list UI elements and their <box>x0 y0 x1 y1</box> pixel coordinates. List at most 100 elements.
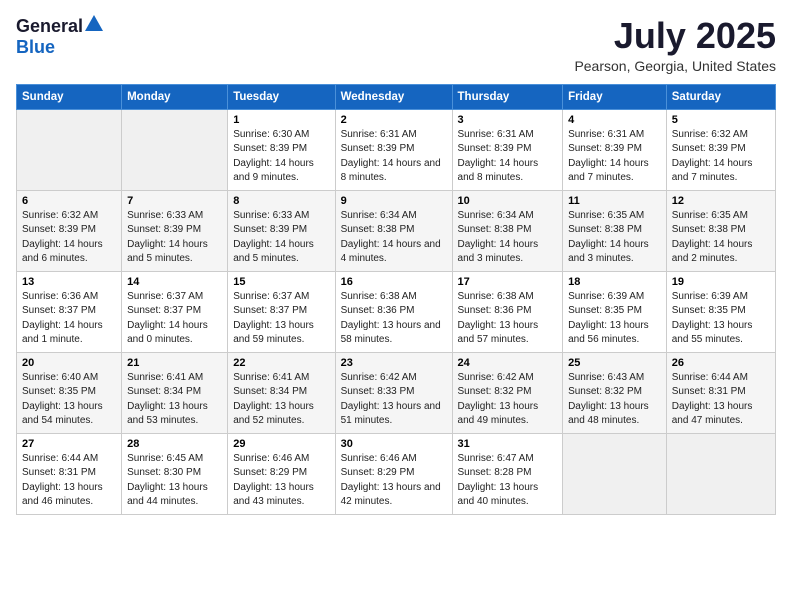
day-info: Sunrise: 6:39 AM Sunset: 8:35 PM Dayligh… <box>568 290 661 348</box>
weekday-header-tuesday: Tuesday <box>228 84 335 109</box>
calendar-cell: 2Sunrise: 6:31 AM Sunset: 8:39 PM Daylig… <box>335 109 452 190</box>
day-number: 10 <box>458 195 558 207</box>
day-info: Sunrise: 6:44 AM Sunset: 8:31 PM Dayligh… <box>672 371 770 429</box>
day-info: Sunrise: 6:37 AM Sunset: 8:37 PM Dayligh… <box>233 290 329 348</box>
day-info: Sunrise: 6:31 AM Sunset: 8:39 PM Dayligh… <box>568 128 661 186</box>
day-info: Sunrise: 6:34 AM Sunset: 8:38 PM Dayligh… <box>458 209 558 267</box>
day-info: Sunrise: 6:36 AM Sunset: 8:37 PM Dayligh… <box>22 290 116 348</box>
calendar-cell: 14Sunrise: 6:37 AM Sunset: 8:37 PM Dayli… <box>122 271 228 352</box>
day-number: 1 <box>233 114 329 126</box>
weekday-header-sunday: Sunday <box>17 84 122 109</box>
day-info: Sunrise: 6:35 AM Sunset: 8:38 PM Dayligh… <box>672 209 770 267</box>
day-info: Sunrise: 6:34 AM Sunset: 8:38 PM Dayligh… <box>341 209 447 267</box>
weekday-header-monday: Monday <box>122 84 228 109</box>
calendar-cell: 28Sunrise: 6:45 AM Sunset: 8:30 PM Dayli… <box>122 433 228 514</box>
day-number: 7 <box>127 195 222 207</box>
calendar-cell <box>17 109 122 190</box>
day-info: Sunrise: 6:33 AM Sunset: 8:39 PM Dayligh… <box>127 209 222 267</box>
calendar-cell: 31 Sunrise: 6:47 AM Sunset: 8:28 PM Dayli… <box>452 433 563 514</box>
calendar-cell: 16 Sunrise: 6:38 AM Sunset: 8:36 PM Dayli… <box>335 271 452 352</box>
weekday-header-thursday: Thursday <box>452 84 563 109</box>
calendar-cell: 8 Sunrise: 6:33 AM Sunset: 8:39 PM Daylig… <box>228 190 335 271</box>
calendar-cell: 1 Sunrise: 6:30 AM Sunset: 8:39 PM Daylig… <box>228 109 335 190</box>
calendar-cell: 25Sunrise: 6:43 AM Sunset: 8:32 PM Dayli… <box>563 352 667 433</box>
calendar-cell: 21Sunrise: 6:41 AM Sunset: 8:34 PM Dayli… <box>122 352 228 433</box>
day-info: Sunrise: 6:42 AM Sunset: 8:32 PM Dayligh… <box>458 371 558 429</box>
day-number: 29 <box>233 438 329 450</box>
calendar-cell: 18 Sunrise: 6:39 AM Sunset: 8:35 PM Dayli… <box>563 271 667 352</box>
day-number: 24 <box>458 357 558 369</box>
day-info: Sunrise: 6:37 AM Sunset: 8:37 PM Dayligh… <box>127 290 222 348</box>
calendar-cell: 26 Sunrise: 6:44 AM Sunset: 8:31 PM Dayli… <box>666 352 775 433</box>
calendar-cell: 7 Sunrise: 6:33 AM Sunset: 8:39 PM Daylig… <box>122 190 228 271</box>
calendar-week-row: 20 Sunrise: 6:40 AM Sunset: 8:35 PM Dayli… <box>17 352 776 433</box>
day-number: 30 <box>341 438 447 450</box>
calendar-cell <box>563 433 667 514</box>
calendar-cell: 15 Sunrise: 6:37 AM Sunset: 8:37 PM Dayli… <box>228 271 335 352</box>
calendar-cell: 10 Sunrise: 6:34 AM Sunset: 8:38 PM Dayli… <box>452 190 563 271</box>
weekday-header-wednesday: Wednesday <box>335 84 452 109</box>
calendar-week-row: 1 Sunrise: 6:30 AM Sunset: 8:39 PM Daylig… <box>17 109 776 190</box>
day-number: 31 <box>458 438 558 450</box>
day-number: 6 <box>22 195 116 207</box>
weekday-header-row: SundayMondayTuesdayWednesdayThursdayFrid… <box>17 84 776 109</box>
day-info: Sunrise: 6:44 AM Sunset: 8:31 PM Dayligh… <box>22 452 116 510</box>
day-info: Sunrise: 6:47 AM Sunset: 8:28 PM Dayligh… <box>458 452 558 510</box>
day-info: Sunrise: 6:46 AM Sunset: 8:29 PM Dayligh… <box>341 452 447 510</box>
day-number: 27 <box>22 438 116 450</box>
day-info: Sunrise: 6:40 AM Sunset: 8:35 PM Dayligh… <box>22 371 116 429</box>
calendar-cell: 17Sunrise: 6:38 AM Sunset: 8:36 PM Dayli… <box>452 271 563 352</box>
page-header: General Blue July 2025 Pearson, Georgia,… <box>16 16 776 74</box>
day-number: 12 <box>672 195 770 207</box>
day-info: Sunrise: 6:43 AM Sunset: 8:32 PM Dayligh… <box>568 371 661 429</box>
day-number: 5 <box>672 114 770 126</box>
day-info: Sunrise: 6:41 AM Sunset: 8:34 PM Dayligh… <box>127 371 222 429</box>
day-info: Sunrise: 6:31 AM Sunset: 8:39 PM Dayligh… <box>458 128 558 186</box>
day-info: Sunrise: 6:39 AM Sunset: 8:35 PM Dayligh… <box>672 290 770 348</box>
month-title: July 2025 <box>574 16 776 56</box>
day-number: 20 <box>22 357 116 369</box>
calendar-cell: 6 Sunrise: 6:32 AM Sunset: 8:39 PM Daylig… <box>17 190 122 271</box>
calendar-cell: 24 Sunrise: 6:42 AM Sunset: 8:32 PM Dayli… <box>452 352 563 433</box>
calendar-cell: 22 Sunrise: 6:41 AM Sunset: 8:34 PM Dayli… <box>228 352 335 433</box>
day-info: Sunrise: 6:30 AM Sunset: 8:39 PM Dayligh… <box>233 128 329 186</box>
title-section: July 2025 Pearson, Georgia, United State… <box>574 16 776 74</box>
location: Pearson, Georgia, United States <box>574 58 776 74</box>
calendar-week-row: 27 Sunrise: 6:44 AM Sunset: 8:31 PM Dayli… <box>17 433 776 514</box>
calendar-cell: 13 Sunrise: 6:36 AM Sunset: 8:37 PM Dayli… <box>17 271 122 352</box>
calendar-cell: 4 Sunrise: 6:31 AM Sunset: 8:39 PM Daylig… <box>563 109 667 190</box>
day-number: 15 <box>233 276 329 288</box>
day-number: 22 <box>233 357 329 369</box>
day-number: 13 <box>22 276 116 288</box>
day-info: Sunrise: 6:38 AM Sunset: 8:36 PM Dayligh… <box>341 290 447 348</box>
weekday-header-friday: Friday <box>563 84 667 109</box>
day-info: Sunrise: 6:45 AM Sunset: 8:30 PM Dayligh… <box>127 452 222 510</box>
calendar-cell: 5 Sunrise: 6:32 AM Sunset: 8:39 PM Daylig… <box>666 109 775 190</box>
day-number: 18 <box>568 276 661 288</box>
calendar-cell: 19 Sunrise: 6:39 AM Sunset: 8:35 PM Dayli… <box>666 271 775 352</box>
logo: General Blue <box>16 16 103 58</box>
day-number: 19 <box>672 276 770 288</box>
day-info: Sunrise: 6:42 AM Sunset: 8:33 PM Dayligh… <box>341 371 447 429</box>
calendar-cell: 11Sunrise: 6:35 AM Sunset: 8:38 PM Dayli… <box>563 190 667 271</box>
day-number: 4 <box>568 114 661 126</box>
day-info: Sunrise: 6:35 AM Sunset: 8:38 PM Dayligh… <box>568 209 661 267</box>
day-info: Sunrise: 6:31 AM Sunset: 8:39 PM Dayligh… <box>341 128 447 186</box>
calendar-cell <box>666 433 775 514</box>
day-info: Sunrise: 6:32 AM Sunset: 8:39 PM Dayligh… <box>22 209 116 267</box>
day-number: 8 <box>233 195 329 207</box>
day-info: Sunrise: 6:46 AM Sunset: 8:29 PM Dayligh… <box>233 452 329 510</box>
day-info: Sunrise: 6:33 AM Sunset: 8:39 PM Dayligh… <box>233 209 329 267</box>
logo-blue: Blue <box>16 37 55 57</box>
day-number: 9 <box>341 195 447 207</box>
calendar-cell: 30 Sunrise: 6:46 AM Sunset: 8:29 PM Dayli… <box>335 433 452 514</box>
day-number: 26 <box>672 357 770 369</box>
logo-general: General <box>16 16 83 37</box>
calendar-cell: 9 Sunrise: 6:34 AM Sunset: 8:38 PM Daylig… <box>335 190 452 271</box>
calendar-cell: 3 Sunrise: 6:31 AM Sunset: 8:39 PM Daylig… <box>452 109 563 190</box>
day-info: Sunrise: 6:32 AM Sunset: 8:39 PM Dayligh… <box>672 128 770 186</box>
day-number: 3 <box>458 114 558 126</box>
day-info: Sunrise: 6:41 AM Sunset: 8:34 PM Dayligh… <box>233 371 329 429</box>
calendar-week-row: 6 Sunrise: 6:32 AM Sunset: 8:39 PM Daylig… <box>17 190 776 271</box>
day-number: 16 <box>341 276 447 288</box>
